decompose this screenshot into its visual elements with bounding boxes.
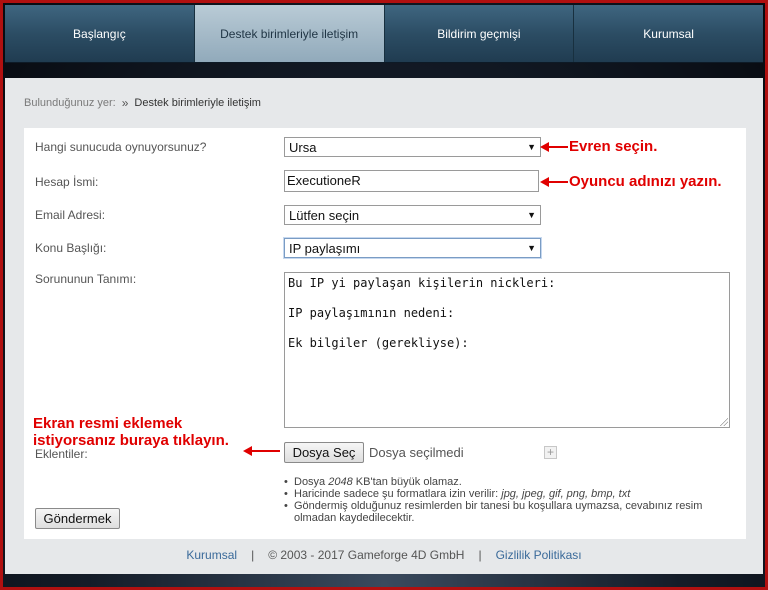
footer-link-corporate[interactable]: Kurumsal	[186, 548, 237, 562]
description-line: IP paylaşımının nedeni:	[288, 306, 455, 320]
chevron-down-icon: ▼	[527, 142, 536, 152]
rule-item: • Dosya 2048 KB'tan büyük olamaz.	[284, 476, 724, 488]
tab-home[interactable]: Başlangıç	[5, 5, 195, 62]
choose-file-button[interactable]: Dosya Seç	[284, 442, 364, 463]
footer-copyright: © 2003 - 2017 Gameforge 4D GmbH	[268, 548, 465, 562]
footer-separator: |	[251, 548, 255, 562]
annotation-account: Oyuncu adınızı yazın.	[569, 173, 722, 190]
description-line: Bu IP yi paylaşan kişilerin nickleri:	[288, 276, 556, 290]
bullet-icon: •	[284, 500, 288, 512]
server-select-value: Ursa	[289, 139, 317, 155]
bullet-icon: •	[284, 476, 288, 488]
tab-report-history[interactable]: Bildirim geçmişi	[384, 5, 575, 62]
breadcrumb-current: Destek birimleriyle iletişim	[134, 97, 261, 109]
description-textarea[interactable]: Bu IP yi paylaşan kişilerin nickleri: IP…	[284, 272, 730, 428]
submit-button[interactable]: Göndermek	[35, 508, 120, 529]
attachments-label: Eklentiler:	[35, 447, 88, 461]
chevron-down-icon: ▼	[527, 243, 536, 253]
account-label: Hesap İsmi:	[35, 175, 99, 189]
email-select-value: Lütfen seçin	[289, 207, 360, 223]
rule-size: 2048	[328, 476, 353, 488]
tab-corporate[interactable]: Kurumsal	[574, 5, 763, 62]
add-attachment-icon[interactable]: +	[544, 446, 557, 459]
annotation-attachment: Ekran resmi eklemek istiyorsanız buraya …	[33, 415, 229, 449]
description-line: Ek bilgiler (gerekliyse):	[288, 336, 469, 350]
rule-item: • Haricinde sadece şu formatlara izin ve…	[284, 488, 724, 500]
bullet-icon: •	[284, 488, 288, 500]
footer-separator: |	[478, 548, 482, 562]
breadcrumb-prefix: Bulunduğunuz yer:	[24, 97, 116, 109]
description-label: Sorununun Tanımı:	[35, 272, 137, 286]
subject-select-value: IP paylaşımı	[289, 240, 361, 256]
annotation-arrow-icon	[540, 177, 568, 187]
server-select[interactable]: Ursa ▼	[284, 137, 541, 157]
rule-formats: jpg, jpeg, gif, png, bmp, txt	[501, 488, 631, 500]
annotation-server: Evren seçin.	[569, 138, 658, 155]
attachment-rules: • Dosya 2048 KB'tan büyük olamaz. • Hari…	[284, 476, 724, 524]
annotation-attachment-line: istiyorsanız buraya tıklayın.	[33, 432, 229, 449]
top-nav: Başlangıç Destek birimleriyle iletişim B…	[5, 5, 763, 63]
annotation-arrow-icon	[243, 446, 280, 456]
breadcrumb: Bulunduğunuz yer: » Destek birimleriyle …	[24, 96, 261, 110]
server-label: Hangi sunucuda oynuyorsunuz?	[35, 140, 207, 154]
file-status: Dosya seçilmedi	[369, 445, 464, 460]
email-label: Email Adresi:	[35, 208, 106, 222]
subject-label: Konu Başlığı:	[35, 241, 107, 255]
description-line	[288, 291, 726, 306]
rule-text: Dosya	[294, 476, 329, 488]
rule-text: Göndermiş olduğunuz resimlerden bir tane…	[294, 500, 703, 524]
resize-grip-icon[interactable]	[720, 418, 728, 426]
footer-link-privacy[interactable]: Gizlilik Politikası	[496, 548, 582, 562]
account-name-input[interactable]: ExecutioneR	[284, 170, 539, 192]
breadcrumb-separator: »	[121, 96, 129, 110]
subject-select[interactable]: IP paylaşımı ▼	[284, 238, 541, 258]
email-select[interactable]: Lütfen seçin ▼	[284, 205, 541, 225]
chevron-down-icon: ▼	[527, 210, 536, 220]
footer: Kurumsal | © 2003 - 2017 Gameforge 4D Gm…	[5, 548, 763, 562]
rule-text: KB'tan büyük olamaz.	[352, 476, 462, 488]
rule-item: • Göndermiş olduğunuz resimlerden bir ta…	[284, 500, 724, 524]
rule-text: Haricinde sadece şu formatlara izin veri…	[294, 488, 502, 500]
annotation-arrow-icon	[540, 142, 568, 152]
tab-contact-support[interactable]: Destek birimleriyle iletişim	[194, 5, 385, 62]
description-line	[288, 321, 726, 336]
annotation-attachment-line: Ekran resmi eklemek	[33, 415, 183, 432]
